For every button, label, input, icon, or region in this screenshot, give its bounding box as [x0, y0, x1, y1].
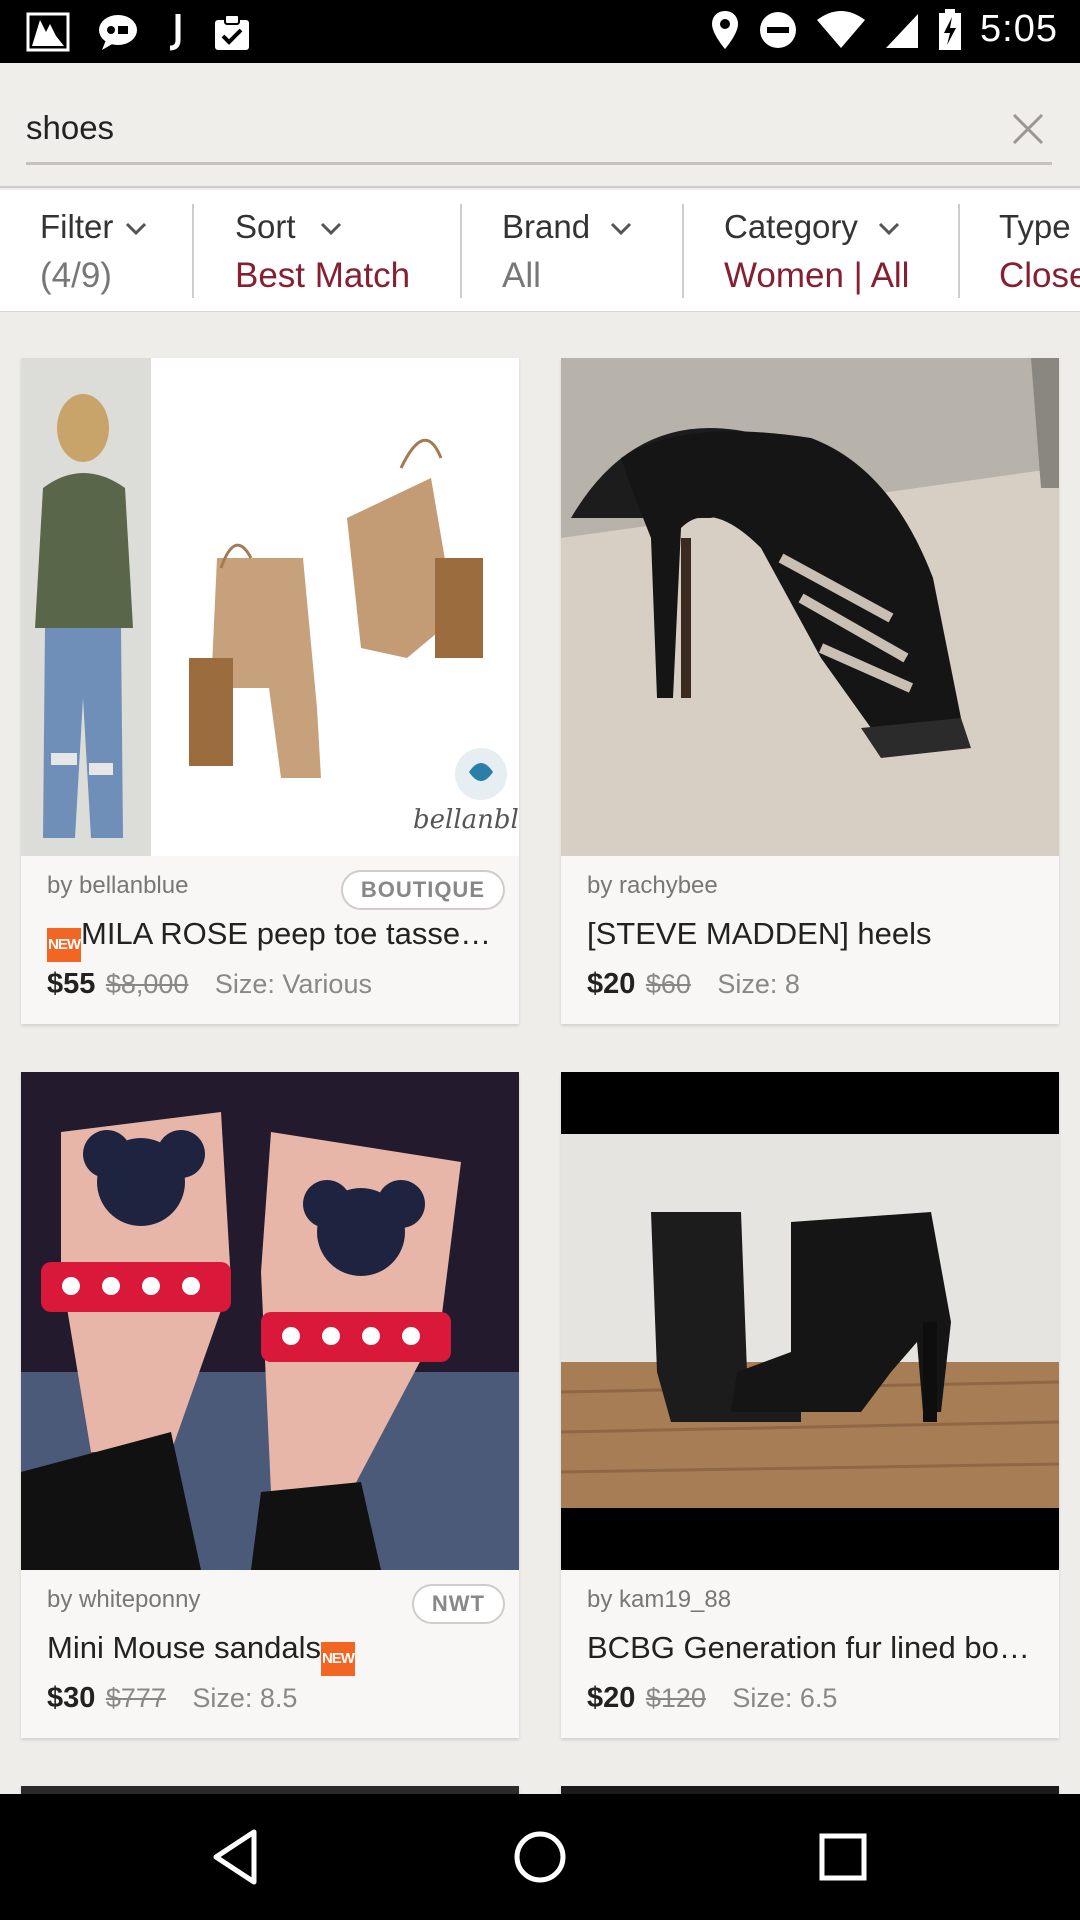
original-price: $8,000: [105, 969, 189, 999]
chevron-down-icon: [320, 223, 341, 236]
listing-title: NEWMILA ROSE peep toe tassel booties: [47, 916, 497, 962]
boutique-badge: BOUTIQUE: [340, 870, 505, 910]
navigation-bar: [0, 1794, 1080, 1920]
listing-image-boots: [561, 1072, 1059, 1570]
wifi-icon: [817, 10, 866, 48]
listing-price: $20: [587, 1682, 636, 1714]
j-app-notification-icon: [169, 14, 181, 51]
listing-card[interactable]: bellanbl by bellanblue BOUTIQUE NEWMILA …: [21, 358, 519, 1024]
category-label: Category: [724, 208, 858, 245]
listing-photo[interactable]: [21, 1072, 519, 1570]
listing-card[interactable]: by kam19_88 BCBG Generation fur lined bo…: [561, 1072, 1059, 1738]
listing-price: $55: [47, 968, 96, 1000]
chevron-down-icon: [611, 223, 632, 236]
original-price: $777: [105, 1683, 166, 1713]
new-badge-icon: NEW: [320, 1642, 355, 1676]
listing-image-heels: [561, 358, 1059, 856]
listing-image-booties: bellanbl: [21, 358, 519, 856]
location-icon: [712, 10, 739, 49]
listing-size: Size: 8.5: [192, 1683, 298, 1713]
filter-divider: [192, 204, 194, 298]
search-bar: shoes: [0, 63, 1080, 188]
listing-card[interactable]: by whiteponny NWT Mini Mouse sandalsNEW …: [21, 1072, 519, 1738]
chevron-down-icon: [126, 223, 147, 236]
original-price: $120: [645, 1683, 706, 1713]
listing-info: by bellanblue BOUTIQUE NEWMILA ROSE peep…: [21, 856, 519, 1024]
listing-image-sandals: [21, 1072, 519, 1570]
filter-label: Filter: [40, 208, 114, 245]
filter-value: (4/9): [40, 256, 112, 295]
seller-name[interactable]: by whiteponny: [47, 1586, 200, 1614]
seller-name[interactable]: by kam19_88: [587, 1586, 731, 1614]
filter-divider: [958, 204, 960, 298]
cell-signal-icon: [886, 13, 919, 48]
new-badge-icon: NEW: [47, 928, 81, 962]
sort-dropdown[interactable]: Sort Best Match: [235, 190, 455, 311]
price-row: $20 $120 Size: 6.5: [587, 1682, 837, 1715]
brand-watermark: bellanbl: [413, 805, 519, 835]
listing-card[interactable]: [561, 1786, 1059, 1794]
close-icon[interactable]: [1008, 109, 1048, 149]
price-row: $55 $8,000 Size: Various: [47, 968, 372, 1001]
brand-label: Brand: [502, 208, 591, 245]
category-value: Women | All: [724, 256, 910, 295]
photo-notification-icon: [26, 12, 70, 52]
listings-grid: bellanbl by bellanblue BOUTIQUE NEWMILA …: [0, 312, 1080, 1794]
filter-dropdown[interactable]: Filter (4/9): [40, 190, 190, 311]
listing-photo[interactable]: [561, 1072, 1059, 1570]
brand-dropdown[interactable]: Brand All: [502, 190, 682, 311]
listing-title: BCBG Generation fur lined booties: [587, 1630, 1037, 1665]
listing-info: by kam19_88 BCBG Generation fur lined bo…: [561, 1570, 1059, 1738]
seller-name[interactable]: by bellanblue: [47, 872, 188, 900]
listing-size: Size: 6.5: [732, 1683, 838, 1713]
filter-bar: Filter (4/9) Sort Best Match Brand All C…: [0, 190, 1080, 312]
listing-title: Mini Mouse sandalsNEW: [47, 1630, 497, 1676]
type-dropdown[interactable]: Type Closet: [999, 190, 1080, 311]
listing-card[interactable]: [21, 1786, 519, 1794]
listing-info: by whiteponny NWT Mini Mouse sandalsNEW …: [21, 1570, 519, 1738]
price-row: $30 $777 Size: 8.5: [47, 1682, 297, 1715]
price-row: $20 $60 Size: 8: [587, 968, 800, 1001]
sort-value: Best Match: [235, 256, 411, 295]
search-query: shoes: [26, 109, 115, 146]
type-value: Closet: [999, 256, 1080, 295]
sort-label: Sort: [235, 208, 296, 245]
nwt-badge: NWT: [411, 1584, 505, 1624]
listing-photo[interactable]: [561, 358, 1059, 856]
status-clock: 5:05: [980, 8, 1058, 50]
recents-icon[interactable]: [810, 1824, 876, 1890]
filter-divider: [460, 204, 462, 298]
do-not-disturb-icon: [760, 11, 797, 48]
listing-price: $30: [47, 1682, 96, 1714]
seller-name[interactable]: by rachybee: [587, 872, 718, 900]
listing-photo[interactable]: bellanbl: [21, 358, 519, 856]
category-dropdown[interactable]: Category Women | All: [724, 190, 954, 311]
brand-value: All: [502, 256, 541, 295]
listing-card[interactable]: by rachybee [STEVE MADDEN] heels $20 $60…: [561, 358, 1059, 1024]
type-label: Type: [999, 208, 1071, 245]
listing-size: Size: 8: [717, 969, 800, 999]
listing-title: [STEVE MADDEN] heels: [587, 916, 932, 951]
original-price: $60: [645, 969, 691, 999]
back-icon[interactable]: [204, 1824, 270, 1890]
status-bar: 5:05: [0, 0, 1080, 63]
listing-info: by rachybee [STEVE MADDEN] heels $20 $60…: [561, 856, 1059, 1024]
search-input[interactable]: shoes: [26, 103, 1052, 165]
chevron-down-icon: [878, 223, 899, 236]
battery-charging-icon: [939, 8, 962, 50]
listing-price: $20: [587, 968, 636, 1000]
chat-notification-icon: [99, 15, 137, 50]
home-icon[interactable]: [507, 1824, 573, 1890]
listing-size: Size: Various: [214, 969, 372, 999]
clipboard-check-notification-icon: [215, 14, 249, 50]
filter-divider: [682, 204, 684, 298]
